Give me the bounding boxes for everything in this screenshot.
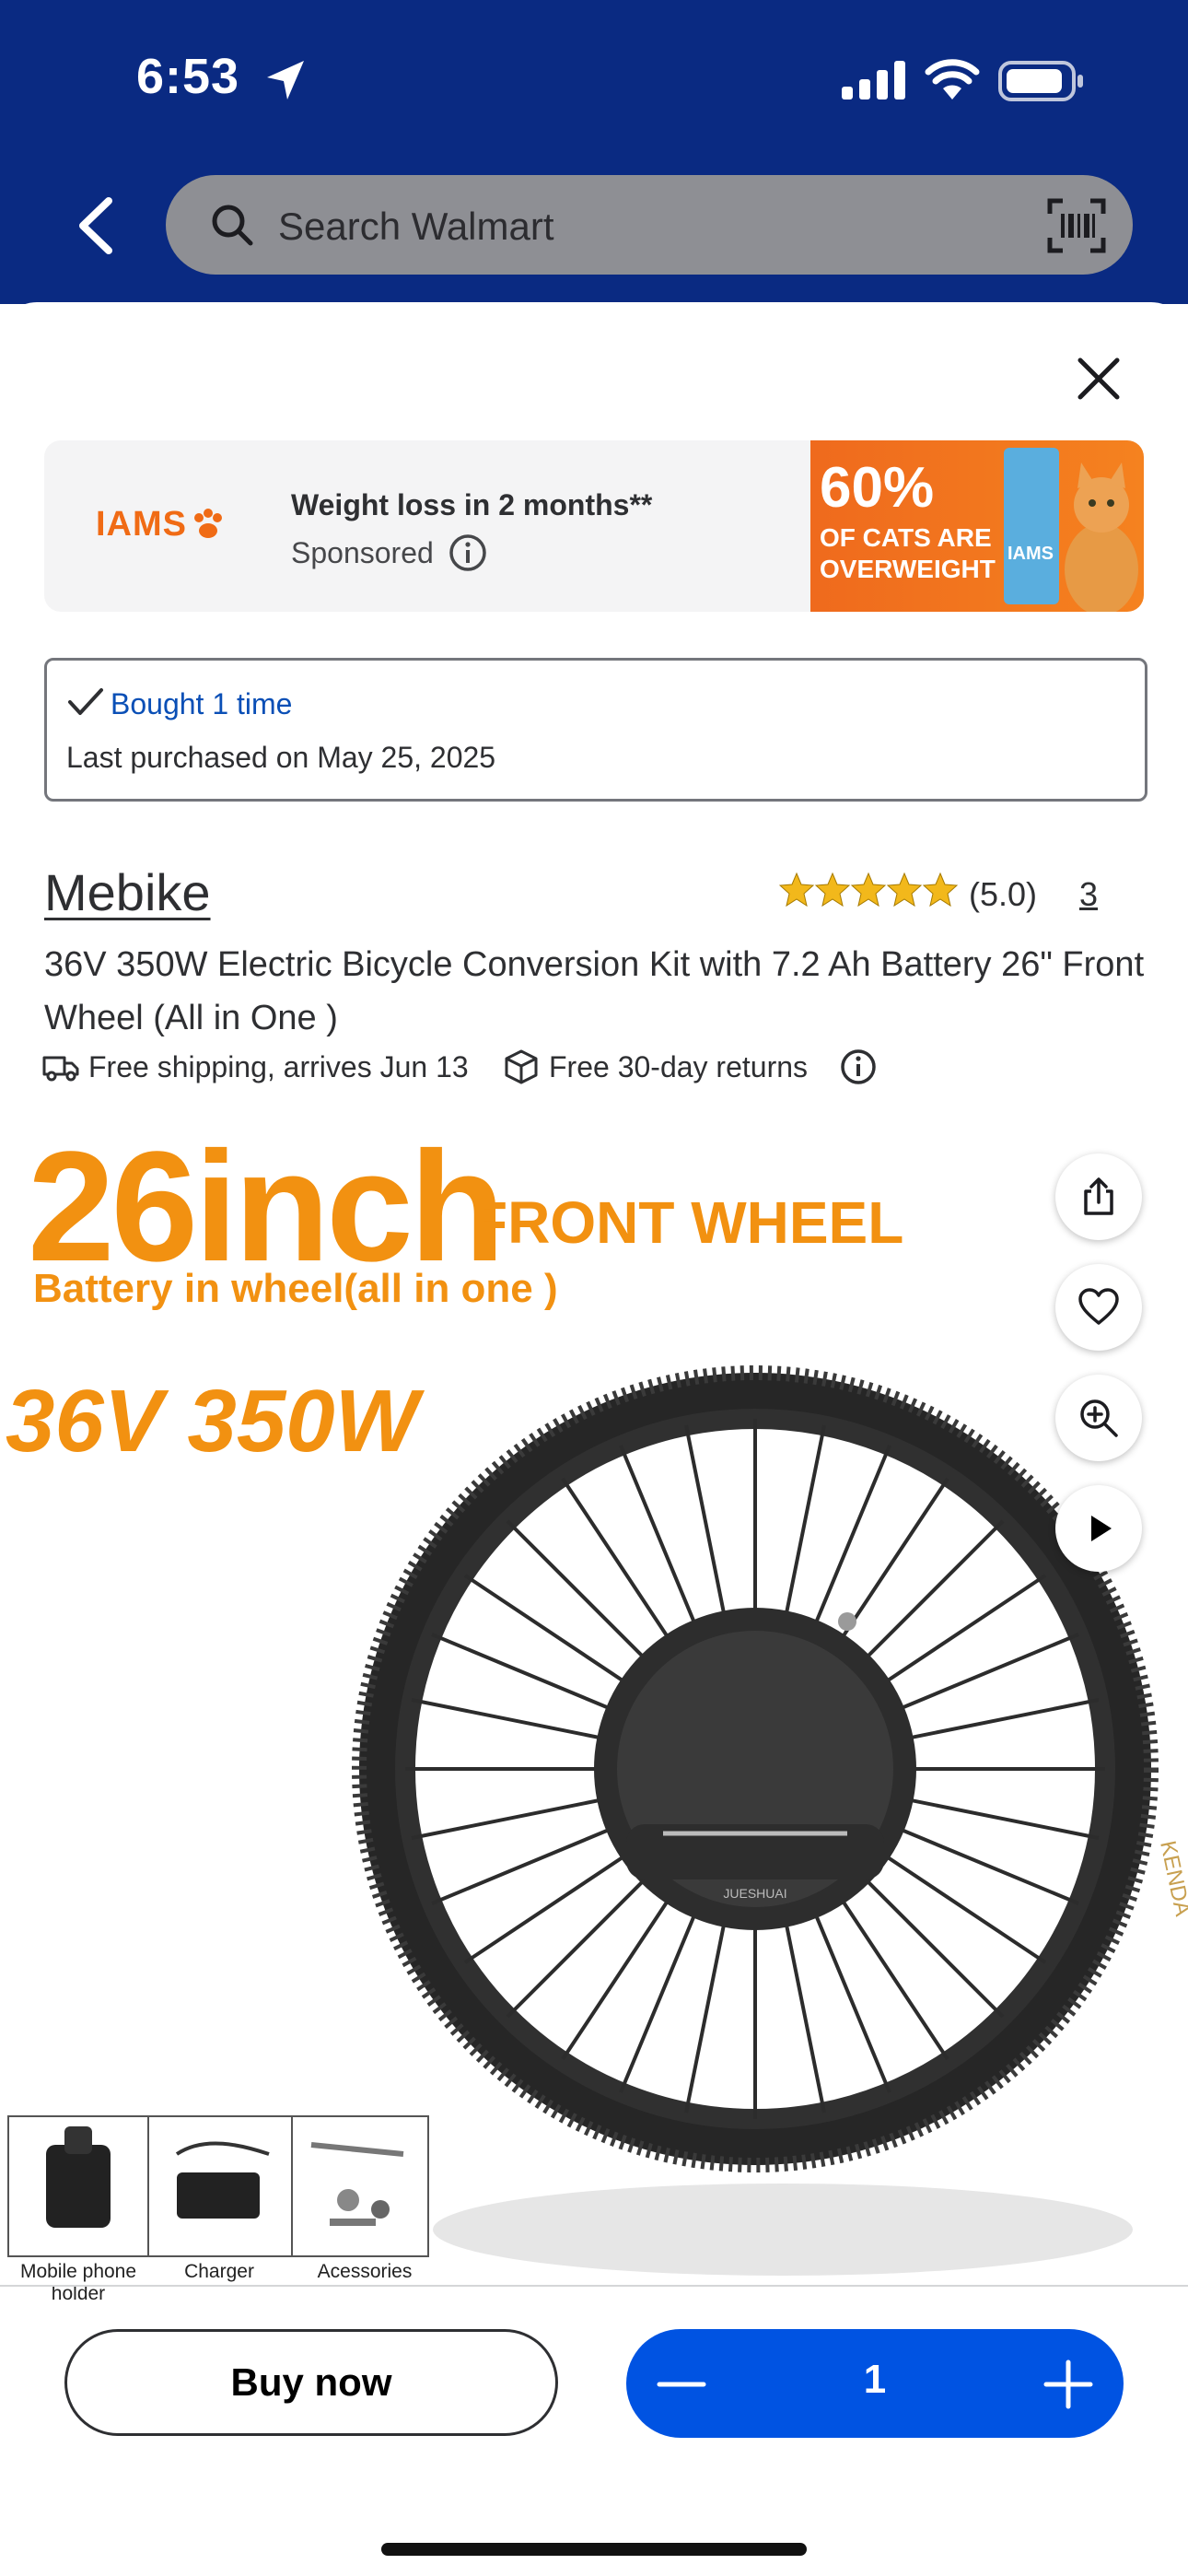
bottom-bar-divider [0, 2285, 1188, 2287]
accessory-label-phone: Mobile phone holder [19, 2261, 137, 2304]
quantity-value: 1 [863, 2357, 887, 2402]
zoom-in-icon [1080, 1399, 1118, 1437]
rating-stars [778, 872, 960, 913]
play-icon [1091, 1516, 1112, 1541]
favorite-button[interactable] [1055, 1264, 1142, 1351]
plus-icon[interactable] [1042, 2359, 1094, 2410]
banner-percent: 60% [820, 456, 935, 520]
wifi-icon [925, 59, 980, 100]
zoom-button[interactable] [1055, 1375, 1142, 1461]
search-input[interactable]: Search Walmart [278, 205, 554, 249]
back-chevron-icon[interactable] [74, 195, 120, 256]
ad-title: Weight loss in 2 months** [291, 488, 653, 521]
minus-icon[interactable] [656, 2364, 707, 2405]
cellular-signal-icon [842, 61, 905, 100]
rating-value: (5.0) [969, 875, 1038, 913]
truck-icon [42, 1056, 79, 1082]
accessory-parts-image [291, 2115, 429, 2257]
purchase-history-box [44, 658, 1147, 802]
accessory-phone-holder-image [7, 2115, 151, 2257]
share-icon [1084, 1177, 1113, 1215]
share-button[interactable] [1055, 1153, 1142, 1240]
ad-banner-image: 60% OF CATS ARE OVERWEIGHT IAMS [810, 440, 1144, 612]
close-icon[interactable] [1076, 356, 1122, 402]
info-icon[interactable] [448, 533, 488, 573]
accessory-label-parts: Acessories [317, 2261, 413, 2282]
home-indicator[interactable] [381, 2543, 807, 2556]
hub-brand-text: JUESHUAI [723, 1886, 786, 1901]
buy-now-button[interactable]: Buy now [64, 2329, 558, 2436]
bought-count-link[interactable]: Bought 1 time [111, 687, 292, 721]
battery-icon [998, 61, 1083, 101]
tire-brand-text: KENDA [1155, 1839, 1188, 1918]
checkmark-icon [68, 688, 103, 715]
food-bag-image: IAMS [1004, 448, 1059, 604]
accessory-charger-image [147, 2115, 295, 2257]
status-time: 6:53 [136, 49, 240, 104]
ad-sponsored-label: Sponsored [291, 536, 434, 569]
wheel-image: JUESHUAI KENDA [352, 1365, 1188, 2276]
accessory-label-charger: Charger [184, 2261, 254, 2282]
review-count-link[interactable]: 3 [1079, 875, 1098, 914]
play-video-button[interactable] [1055, 1485, 1142, 1572]
returns-info: Free 30-day returns [549, 1050, 809, 1083]
banner-line2: OVERWEIGHT [820, 555, 996, 583]
location-arrow-icon [267, 61, 304, 100]
shipping-info: Free shipping, arrives Jun 13 [88, 1050, 469, 1083]
returns-info-icon[interactable] [838, 1047, 879, 1087]
paw-icon [194, 509, 222, 538]
barcode-scan-icon[interactable] [1046, 197, 1107, 254]
product-title: 36V 350W Electric Bicycle Conversion Kit… [44, 945, 1145, 1037]
star-rating-icon [778, 872, 959, 907]
cat-image [1065, 463, 1138, 612]
heart-icon [1078, 1288, 1119, 1325]
brand-link[interactable]: Mebike [44, 862, 211, 922]
banner-line1: OF CATS ARE [820, 523, 992, 552]
return-box-icon [505, 1049, 538, 1084]
search-icon [212, 205, 253, 246]
last-purchased-text: Last purchased on May 25, 2025 [66, 741, 496, 774]
promo-headline-power: 36V 350W [6, 1372, 419, 1470]
promo-headline-battery: Battery in wheel(all in one ) [33, 1266, 558, 1311]
promo-headline-front: FRONT WHEEL [472, 1189, 904, 1256]
iams-logo: IAMS [96, 505, 187, 544]
